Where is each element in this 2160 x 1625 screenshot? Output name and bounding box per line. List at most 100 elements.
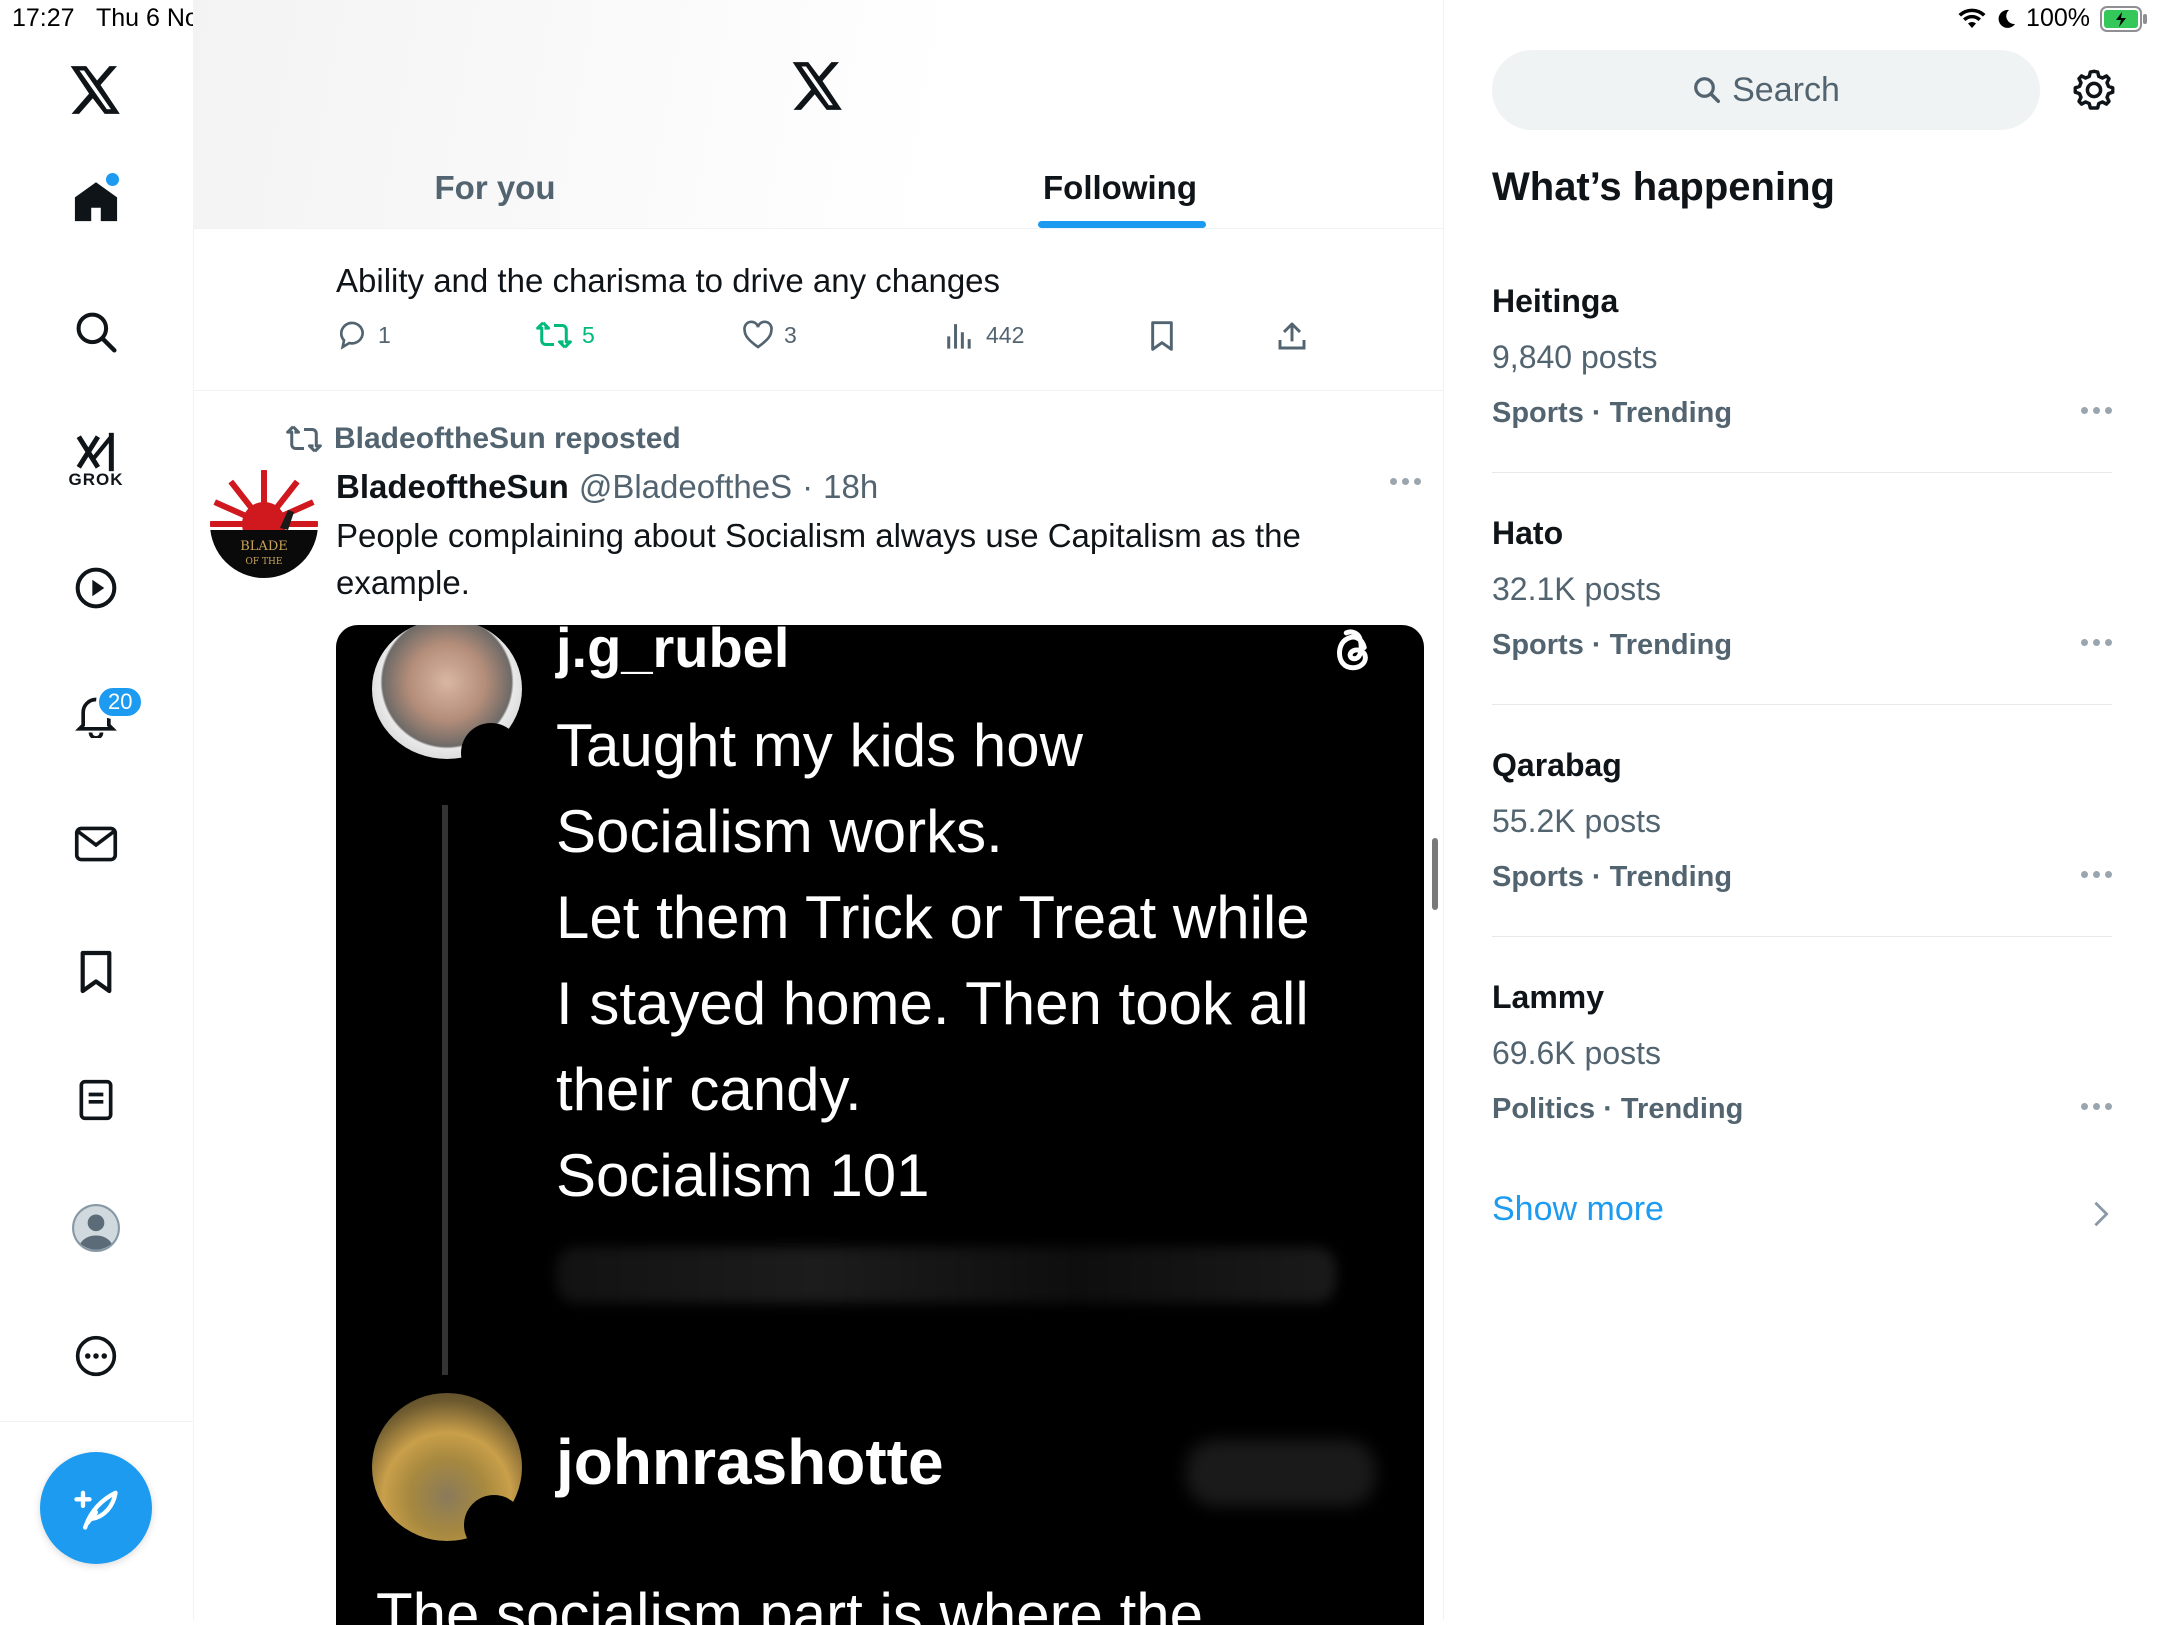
feather-plus-icon [74, 1490, 118, 1530]
trend-name: Lammy [1492, 979, 1605, 1015]
media-line: I stayed home. Then took all [556, 970, 1309, 1037]
moon-icon [1996, 8, 2016, 30]
grok-label: GROK [68, 470, 124, 489]
trend-more-icon[interactable] [2081, 407, 2112, 414]
reply-icon [339, 321, 364, 350]
media-line: Socialism 101 [556, 1142, 930, 1209]
post-time[interactable]: 18h [823, 468, 878, 506]
settings-gear-icon[interactable] [2072, 68, 2116, 112]
trend-more-icon[interactable] [2081, 639, 2112, 646]
media-line: Socialism works. [556, 798, 1003, 865]
repost-count: 5 [582, 321, 595, 348]
header-divider [193, 228, 1443, 229]
repost-context: BladeoftheSun reposted [286, 422, 681, 456]
prev-post-actions: 1 5 3 442 [336, 320, 1326, 366]
x-logo-icon[interactable] [56, 50, 136, 130]
trend-category: Sports · Trending [1492, 397, 1733, 429]
trend-name: Heitinga [1492, 283, 1619, 319]
trend-more-icon[interactable] [2081, 871, 2112, 878]
repost-icon [286, 425, 322, 453]
media-line: their candy. [556, 1056, 862, 1123]
avatar-text: BLADE [240, 539, 288, 554]
trend-posts: 32.1K posts [1492, 571, 1661, 607]
media-avatar-2-notch [464, 1495, 524, 1555]
post-divider [193, 390, 1443, 391]
views-count: 442 [986, 321, 1025, 348]
trend-posts: 55.2K posts [1492, 803, 1661, 839]
show-more-link[interactable]: Show more [1492, 1190, 1664, 1229]
trend-divider [1492, 936, 2112, 937]
separator-dot: · [802, 468, 814, 505]
media-blurred-actions [556, 1247, 1336, 1303]
nav-divider [0, 1421, 193, 1422]
trend-item[interactable]: Hato 32.1K posts Sports · Trending [1492, 515, 2112, 745]
media-line: Taught my kids how [556, 712, 1083, 779]
whats-happening-title: What’s happening [1492, 165, 1835, 209]
media-username-1: j.g_rubel [556, 625, 790, 679]
heart-icon [743, 320, 773, 349]
scrollbar-handle[interactable] [1432, 838, 1438, 910]
video-play-icon[interactable] [56, 548, 136, 628]
x-header-logo-icon[interactable] [792, 62, 844, 110]
trend-item[interactable]: Qarabag 55.2K posts Sports · Trending [1492, 747, 2112, 977]
profile-avatar-icon[interactable] [56, 1188, 136, 1268]
search-placeholder: Search [1732, 70, 1840, 109]
views-button[interactable]: 442 [946, 320, 1024, 350]
bookmark-icon [1151, 321, 1173, 351]
share-upload-icon [1278, 322, 1306, 350]
post-author-row: BladeoftheSun @BladeoftheS · 18h [336, 468, 878, 506]
views-chart-icon [947, 324, 971, 349]
trend-category: Sports · Trending [1492, 861, 1733, 893]
battery-percent: 100% [2026, 4, 2090, 32]
media-avatar-1-notch [461, 723, 521, 783]
media-blurred-dots [1186, 1440, 1376, 1506]
bookmark-button[interactable] [1148, 320, 1176, 352]
trend-category: Sports · Trending [1492, 629, 1733, 661]
home-icon[interactable] [56, 162, 136, 242]
repost-button[interactable]: 5 [536, 320, 595, 350]
reply-count: 1 [378, 321, 391, 348]
active-tab-indicator [1038, 221, 1206, 228]
like-count: 3 [784, 321, 797, 348]
post-media-image[interactable]: j.g_rubel Taught my kids how Socialism w… [336, 625, 1424, 1625]
trend-item[interactable]: Lammy 69.6K posts Politics · Trending [1492, 979, 2112, 1209]
like-button[interactable]: 3 [742, 320, 797, 350]
post-more-icon[interactable] [1390, 478, 1421, 485]
compose-post-button[interactable] [40, 1452, 152, 1564]
articles-document-icon[interactable] [56, 1060, 136, 1140]
grok-icon[interactable]: GROK [56, 420, 136, 500]
more-options-icon[interactable] [56, 1316, 136, 1396]
trend-posts: 69.6K posts [1492, 1035, 1661, 1071]
media-cut-text: The socialism part is where the [376, 1581, 1203, 1625]
author-name[interactable]: BladeoftheSun [336, 468, 569, 506]
trend-more-icon[interactable] [2081, 1103, 2112, 1110]
author-handle[interactable]: @BladeoftheS [579, 468, 792, 506]
repost-icon [536, 321, 572, 349]
tab-for-you[interactable]: For you [300, 148, 690, 228]
messages-mail-icon[interactable] [56, 804, 136, 884]
tab-following[interactable]: Following [910, 148, 1330, 228]
explore-search-icon[interactable] [56, 292, 136, 372]
media-quote-text: Taught my kids how Socialism works. Let … [556, 703, 1310, 1219]
share-button[interactable] [1276, 320, 1308, 352]
trend-category: Politics · Trending [1492, 1093, 1744, 1125]
trend-divider [1492, 704, 2112, 705]
reply-button[interactable]: 1 [336, 320, 391, 350]
author-avatar[interactable]: BLADE OF THE [210, 470, 318, 578]
chevron-right-icon[interactable] [2092, 1200, 2110, 1228]
repost-context-text[interactable]: BladeoftheSun reposted [334, 422, 681, 456]
home-new-indicator [106, 173, 119, 186]
trend-item[interactable]: Heitinga 9,840 posts Sports · Trending [1492, 283, 2112, 513]
trend-divider [1492, 472, 2112, 473]
prev-post-text: Ability and the charisma to drive any ch… [336, 262, 1001, 299]
wifi-icon [1958, 8, 1986, 30]
search-input[interactable]: Search [1492, 50, 2040, 130]
media-line: Let them Trick or Treat while [556, 884, 1310, 951]
status-indicators: 100% [1958, 4, 2148, 33]
bookmarks-icon[interactable] [56, 932, 136, 1012]
threads-logo-icon [1326, 625, 1380, 679]
post-text: People complaining about Socialism alway… [336, 517, 1301, 601]
trend-posts: 9,840 posts [1492, 339, 1658, 375]
battery-icon [2100, 5, 2148, 32]
media-username-2: johnrashotte [556, 1426, 944, 1498]
